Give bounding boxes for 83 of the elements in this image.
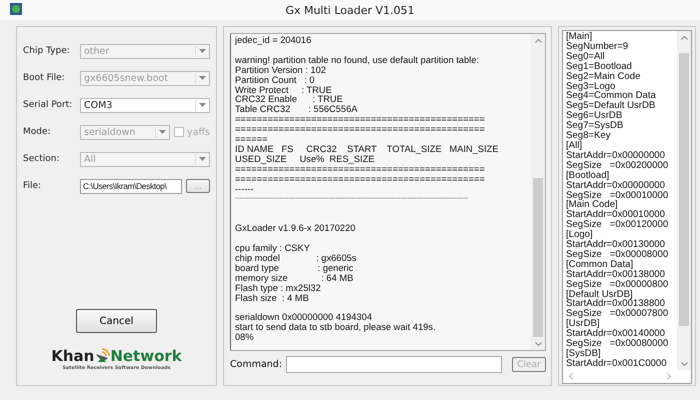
config-line: SegSize =0x00200000 [566, 160, 670, 171]
scroll-thumb[interactable] [679, 53, 689, 326]
config-line: Seg0=All [566, 52, 605, 62]
logo-text: Khan [51, 347, 94, 365]
app-icon [10, 3, 22, 15]
satellite-dish-icon [94, 348, 110, 364]
config-line: [Main Code] [566, 200, 618, 210]
config-line: [Common Data] [566, 260, 634, 270]
log-line: board type : generic [235, 264, 354, 274]
log-line: ============================================== [235, 115, 486, 126]
command-label: Command: [230, 359, 282, 370]
log-line: chip model : gx6605s [235, 254, 358, 264]
log-line: 08% [235, 333, 255, 344]
config-line: StartAddr=0x00000000 [566, 180, 666, 190]
log-line: Partition Count : 0 [235, 76, 316, 86]
log-line: ------ [235, 184, 255, 194]
config-line: Seg7=SysDB [566, 121, 624, 132]
log-line: jedec_id = 204016 [235, 36, 312, 46]
field-label: Mode: [23, 127, 52, 137]
config-line: Seg6=UsrDB [566, 111, 622, 122]
field-label: Boot File: [23, 73, 66, 83]
log-line: USED_SIZE Use% RES_SIZE [235, 154, 376, 165]
log-line: serialdown 0x00000000 4194304 [235, 313, 373, 323]
config-line: [Bootload] [566, 170, 610, 181]
config-line: Seg5=Default UsrDB [566, 101, 656, 112]
log-line: ====== [235, 135, 269, 145]
window-title: Gx Multi Loader V1.051 [285, 4, 415, 16]
log-line: ============================================== [235, 125, 486, 136]
log-line: Write Protect : TRUE [235, 86, 333, 95]
config-line: [Main] [566, 32, 594, 42]
scroll-thumb[interactable] [533, 178, 543, 337]
dropdown[interactable]: COM3 [80, 98, 210, 112]
log-line: Flash type : mx25l32 [235, 284, 322, 294]
log-line: GxLoader v1.9.6-x 20170220 [235, 224, 356, 234]
log-line: ============================================== [235, 164, 486, 175]
field-label: Section: [23, 154, 60, 164]
config-line: StartAddr=0x001C0000 [566, 358, 668, 369]
config-line: Seg3=Logo [566, 82, 616, 92]
config-line: SegSize =0x00120000 [566, 220, 670, 230]
scroll-left-icon[interactable] [569, 373, 573, 380]
log-line: CRC32 Enable : TRUE [235, 95, 344, 105]
config-line: StartAddr=0x00000000 [566, 150, 666, 161]
vertical-scrollbar[interactable] [677, 31, 691, 370]
cancel-button[interactable]: Cancel [76, 309, 157, 333]
config-line: [All] [566, 140, 582, 151]
config-line: Seg2=Main Code [566, 72, 642, 82]
config-line: Seg8=Key [566, 131, 612, 141]
config-line: [Default UsrDB] [566, 290, 633, 300]
dropdown-arrow-icon[interactable] [195, 100, 208, 110]
log-line: ID NAME FS CRC32 START TOTAL_SIZE MAIN_SIZE [235, 144, 500, 155]
log-line: cpu family : CSKY [235, 244, 311, 254]
config-line: SegSize =0x00007800 [566, 309, 670, 320]
config-line: StartAddr=0x00138000 [566, 270, 666, 280]
config-line: [Logo] [566, 230, 593, 240]
log-line: Table CRC32 : 556C556A [235, 105, 358, 116]
log-line: Flash size : 4 MB [235, 294, 310, 304]
log-line: ============================================== [235, 174, 486, 185]
vertical-scrollbar[interactable] [531, 34, 545, 350]
log-line: warning! partition table no found, use default partition table: [235, 56, 480, 66]
config-line: Seg1=Bootload [566, 62, 633, 72]
browse-button[interactable]: ... [186, 179, 210, 193]
config-line: SegNumber=9 [566, 42, 630, 52]
config-line: StartAddr=0x00130000 [566, 240, 665, 250]
file-path-field[interactable]: C:\Users\Ikram\Desktop\ [80, 178, 182, 194]
config-line: SegSize =0x00080000 [566, 339, 670, 349]
logo-text: Network [110, 347, 182, 365]
field-label: Serial Port: [23, 100, 74, 110]
field-label: Chip Type: [23, 46, 71, 56]
scroll-right-icon[interactable] [667, 373, 671, 380]
log-line: start to send data to stb board, please wait 419s. [235, 323, 437, 334]
config-line: [UsrDB] [566, 319, 600, 330]
config-line: [SysDB] [566, 349, 602, 359]
log-line: memory size : 64 MB [235, 274, 354, 284]
config-line: SegSize =0x00008000 [566, 250, 670, 260]
config-line: SegSize =0x00010000 [566, 190, 670, 200]
config-line: Seg4=Common Data [566, 91, 657, 102]
field-label: File: [23, 181, 42, 191]
config-line: StartAddr=0x00010000 [566, 210, 665, 220]
log-line: Partition Version : 102 [235, 66, 327, 76]
command-field[interactable] [286, 356, 502, 373]
config-line: StartAddr=0x00138800 [566, 299, 665, 310]
config-line: StartAddr=0x00140000 [566, 329, 665, 340]
config-line: SegSize =0x00000800 [566, 280, 670, 290]
